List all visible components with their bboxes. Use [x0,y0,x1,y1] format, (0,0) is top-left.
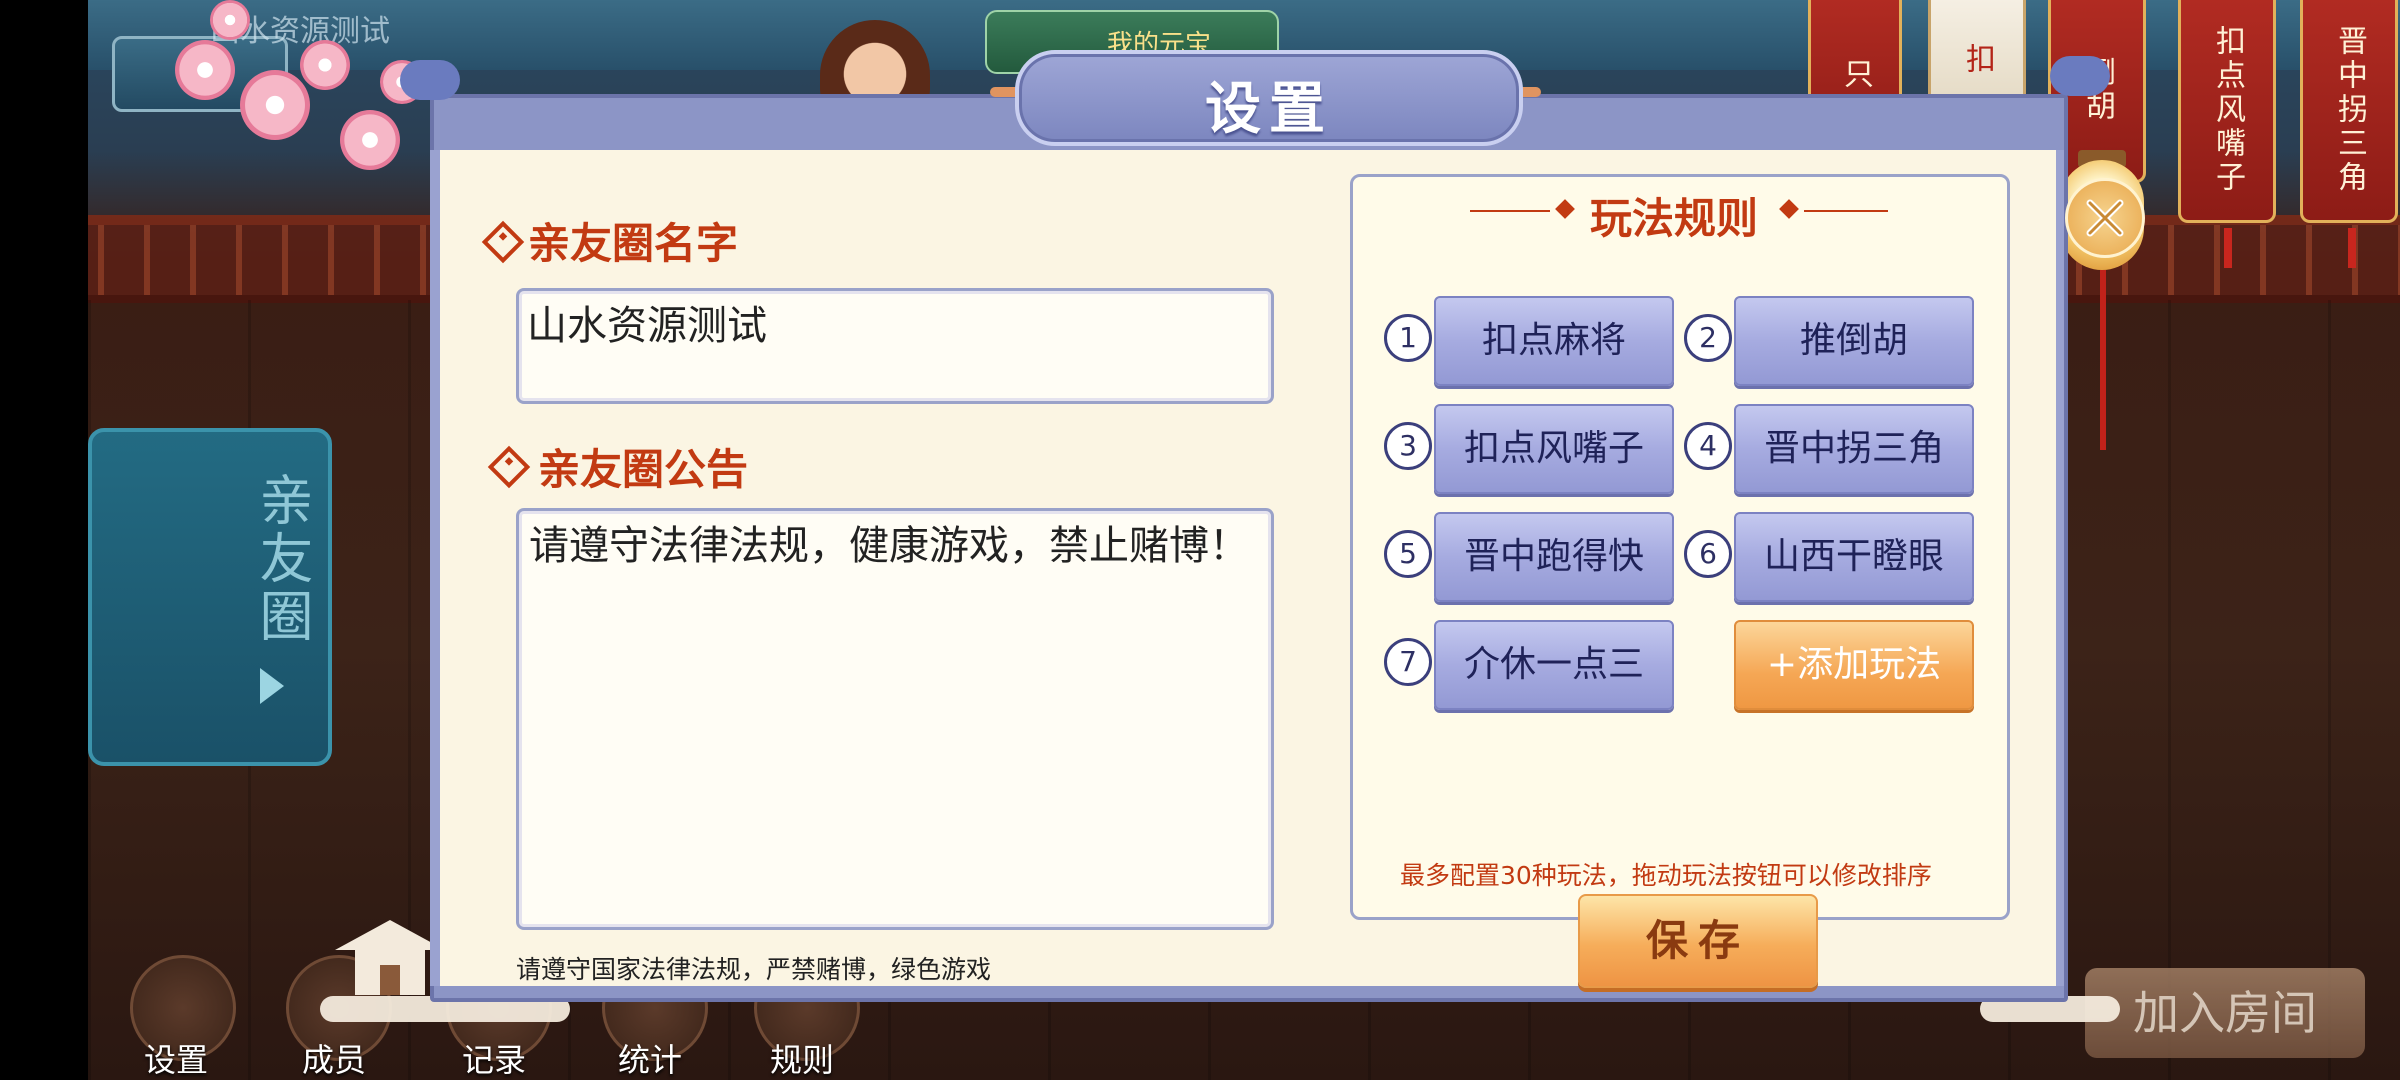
tassel-decoration [2224,228,2232,268]
compliance-footnote: 请遵守国家法律法规，严禁赌博，绿色游戏 [516,955,992,984]
nav-label-rules: 规则 [770,1041,835,1079]
join-room-button[interactable]: 加入房间 [2085,968,2365,1058]
screen-edge [0,0,88,1080]
side-panel-label: 亲友圈 [250,472,313,646]
rule-button-4[interactable]: 晋中拐三角 [1734,404,1974,494]
cloud-ornament [400,60,460,100]
tassel-decoration [2348,228,2356,268]
rules-hint: 最多配置30种玩法，拖动玩法按钮可以修改排序 [1400,861,1932,890]
close-button[interactable] [2065,178,2145,258]
rule-number-5: 5 [1384,530,1432,578]
rule-number-1: 1 [1384,314,1432,362]
rule-number-2: 2 [1684,314,1732,362]
banner-5[interactable]: 晋中拐三角 [2300,0,2398,223]
nav-label-stats: 统计 [618,1041,683,1079]
club-name-field[interactable]: 山水资源测试 [516,288,1274,404]
lantern-cord [2100,270,2106,450]
club-notice-value: 请遵守法律法规，健康游戏，禁止赌博！ [529,523,1249,569]
nav-label-records: 记录 [462,1041,527,1079]
blossom-decoration [300,40,350,90]
rule-button-7[interactable]: 介休一点三 [1434,620,1674,710]
game-rules-title: 玩法规则 [1590,194,1759,243]
rule-button-2[interactable]: 推倒胡 [1734,296,1974,386]
rule-button-5[interactable]: 晋中跑得快 [1434,512,1674,602]
dialog-title: 设置 [1205,77,1333,142]
nav-label-settings: 设置 [144,1041,209,1079]
rule-number-4: 4 [1684,422,1732,470]
blossom-decoration [340,110,400,170]
rule-number-3: 3 [1384,422,1432,470]
chevron-right-icon [260,668,284,704]
add-rule-button[interactable]: +添加玩法 [1734,620,1974,710]
title-divider-right [1804,210,1888,212]
blossom-decoration [210,0,250,40]
blossom-decoration [240,70,310,140]
rule-button-3[interactable]: 扣点风嘴子 [1434,404,1674,494]
banner-4[interactable]: 扣点风嘴子 [2178,0,2276,223]
rule-number-6: 6 [1684,530,1732,578]
nav-label-members: 成员 [302,1041,367,1079]
cloud-ornament [2050,56,2110,96]
club-notice-label: 亲友圈公告 [538,445,749,494]
rule-number-7: 7 [1384,638,1432,686]
club-side-panel[interactable]: 亲友圈 [88,428,332,766]
close-icon [2086,199,2124,237]
rule-button-6[interactable]: 山西干瞪眼 [1734,512,1974,602]
save-button[interactable]: 保存 [1578,894,1818,988]
club-notice-field[interactable]: 请遵守法律法规，健康游戏，禁止赌博！ [516,508,1274,930]
title-divider-left [1470,210,1550,212]
blossom-decoration [175,40,235,100]
club-name-value: 山水资源测试 [527,303,767,349]
dialog-title-plate: 设置 [1015,50,1523,146]
rule-button-1[interactable]: 扣点麻将 [1434,296,1674,386]
club-name-label: 亲友圈名字 [528,219,739,268]
